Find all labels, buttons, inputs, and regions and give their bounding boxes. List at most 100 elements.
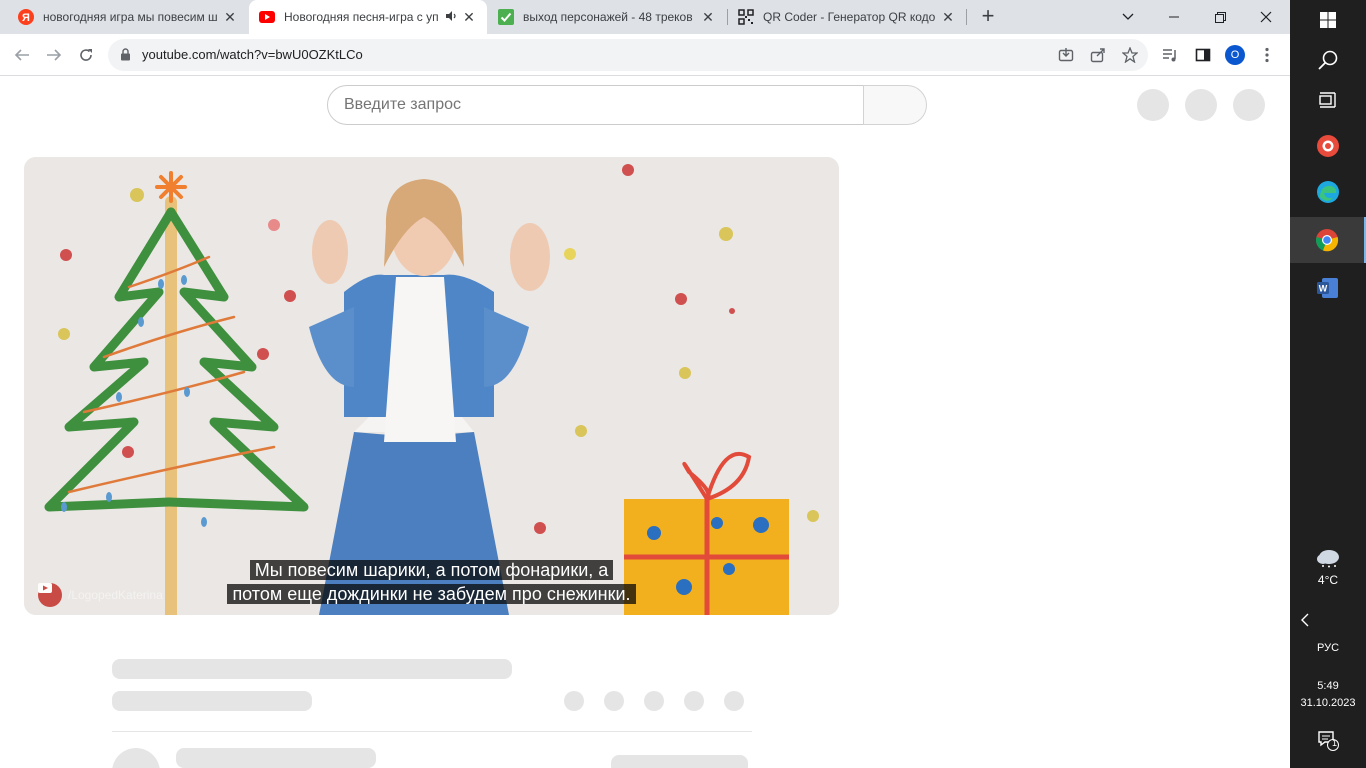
- svg-text:Я: Я: [22, 12, 30, 24]
- search-icon: [1318, 50, 1338, 70]
- lock-icon[interactable]: [120, 48, 131, 66]
- edge-app[interactable]: [1290, 170, 1366, 214]
- subtitle-text: потом еще дождинки не забудем про снежин…: [227, 584, 636, 604]
- star-icon: [1122, 47, 1138, 63]
- tab-tracks[interactable]: выход персонажей - 48 треков ✕: [488, 0, 726, 34]
- speaker-icon[interactable]: [445, 10, 457, 25]
- search-button[interactable]: [863, 85, 927, 125]
- header-placeholder-button[interactable]: [1137, 89, 1169, 121]
- search-input[interactable]: Введите запрос: [327, 85, 864, 125]
- yandex-browser-app[interactable]: [1290, 124, 1366, 168]
- header-placeholder-button[interactable]: [1185, 89, 1217, 121]
- tab-strip: Я новогодняя игра мы повесим ш ✕ Новогод…: [0, 0, 1290, 34]
- qr-icon: [738, 9, 754, 25]
- more-vert-icon: [1265, 47, 1269, 63]
- tab-title: выход персонажей - 48 треков: [523, 10, 693, 24]
- restore-icon: [1214, 11, 1226, 23]
- screen: Я новогодняя игра мы повесим ш ✕ Новогод…: [0, 0, 1366, 768]
- close-icon[interactable]: ✕: [700, 9, 716, 26]
- show-hidden-icons-button[interactable]: [1290, 609, 1366, 631]
- input-language[interactable]: РУС: [1290, 642, 1366, 654]
- notification-count: 1: [1332, 738, 1338, 748]
- subtitle-text: Мы повесим шарики, а потом фонарики, а: [249, 560, 614, 580]
- side-panel-icon: [1195, 48, 1211, 62]
- channel-skeleton: [112, 691, 312, 711]
- tab-separator: [966, 9, 967, 25]
- forward-button[interactable]: [42, 43, 66, 67]
- svg-text:W: W: [1319, 284, 1328, 294]
- video-frame: [24, 157, 839, 615]
- action-skeleton: [724, 691, 744, 711]
- reload-button[interactable]: [74, 43, 98, 67]
- tab-search-button[interactable]: [1105, 0, 1151, 34]
- share-button[interactable]: [1087, 44, 1109, 66]
- header-placeholder-button[interactable]: [1233, 89, 1265, 121]
- tab-yandex-search[interactable]: Я новогодняя игра мы повесим ш ✕: [8, 0, 248, 34]
- youtube-icon: [259, 9, 275, 25]
- share-icon: [1090, 48, 1105, 63]
- close-icon: [1260, 11, 1272, 23]
- arrow-right-icon: [47, 49, 62, 61]
- chevron-down-icon: [1122, 13, 1134, 20]
- divider: [112, 731, 752, 732]
- close-window-button[interactable]: [1243, 0, 1289, 34]
- playlist-music-icon: [1163, 49, 1176, 62]
- word-icon: W: [1317, 278, 1338, 298]
- tab-title: Новогодняя песня-игра с уп: [284, 10, 439, 24]
- tab-title: новогодняя игра мы повесим ш: [43, 10, 218, 24]
- minimize-icon: [1169, 16, 1179, 18]
- install-app-button[interactable]: [1055, 44, 1077, 66]
- subtitle-line-2: потом еще дождинки не забудем про снежин…: [24, 582, 839, 606]
- chevron-left-icon: [1301, 613, 1309, 627]
- side-panel-button[interactable]: [1191, 43, 1215, 67]
- edge-icon: [1317, 181, 1339, 203]
- menu-button[interactable]: [1255, 43, 1279, 67]
- clock-date[interactable]: 31.10.2023: [1290, 697, 1366, 709]
- yandex-browser-icon: [1317, 135, 1339, 157]
- video-player[interactable]: /LogopedKaterina Мы повесим шарики, а по…: [24, 157, 839, 615]
- new-tab-button[interactable]: +: [976, 5, 1000, 29]
- subscribe-skeleton: [611, 755, 748, 768]
- subtitle-line-1: Мы повесим шарики, а потом фонарики, а: [24, 558, 839, 582]
- action-skeleton: [644, 691, 664, 711]
- action-skeleton: [684, 691, 704, 711]
- task-view-button[interactable]: [1290, 80, 1366, 120]
- bookmark-button[interactable]: [1119, 44, 1141, 66]
- windows-taskbar: W 4°C РУС 5:49 31.10.2023 1: [1290, 0, 1366, 768]
- back-button[interactable]: [10, 43, 34, 67]
- address-bar[interactable]: youtube.com/watch?v=bwU0OZKtLCo: [108, 39, 1148, 71]
- reload-icon: [80, 49, 92, 61]
- tab-youtube-video[interactable]: Новогодняя песня-игра с уп ✕: [249, 0, 487, 34]
- notification-center-button[interactable]: 1: [1290, 727, 1366, 753]
- restore-button[interactable]: [1197, 0, 1243, 34]
- tab-qr-coder[interactable]: QR Coder - Генератор QR кодов ✕: [728, 0, 966, 34]
- url-text: youtube.com/watch?v=bwU0OZKtLCo: [142, 47, 363, 62]
- word-app[interactable]: W: [1290, 266, 1366, 310]
- tab-title: QR Coder - Генератор QR кодов: [763, 10, 936, 24]
- start-button[interactable]: [1290, 0, 1366, 40]
- action-skeleton: [564, 691, 584, 711]
- action-skeleton: [604, 691, 624, 711]
- close-icon[interactable]: ✕: [461, 9, 477, 26]
- chrome-icon: [1316, 229, 1339, 252]
- minimize-button[interactable]: [1151, 0, 1197, 34]
- close-icon[interactable]: ✕: [940, 9, 956, 26]
- yandex-icon: Я: [18, 9, 34, 25]
- search-button[interactable]: [1290, 40, 1366, 80]
- arrow-left-icon: [14, 49, 29, 61]
- checkmark-icon: [498, 9, 514, 25]
- windows-logo-icon: [1320, 12, 1336, 28]
- close-icon[interactable]: ✕: [222, 9, 238, 26]
- media-control-button[interactable]: [1158, 43, 1182, 67]
- clock-time[interactable]: 5:49: [1290, 680, 1366, 692]
- task-view-icon: [1319, 92, 1336, 108]
- browser-toolbar: youtube.com/watch?v=bwU0OZKtLCo O: [0, 34, 1290, 76]
- chrome-app[interactable]: [1290, 217, 1366, 263]
- install-icon: [1058, 48, 1074, 62]
- profile-avatar[interactable]: O: [1225, 45, 1245, 65]
- description-skeleton: [176, 748, 376, 768]
- weather-icon[interactable]: [1290, 545, 1366, 571]
- weather-temp[interactable]: 4°C: [1290, 573, 1366, 587]
- title-skeleton: [112, 659, 512, 679]
- avatar-skeleton: [112, 748, 160, 768]
